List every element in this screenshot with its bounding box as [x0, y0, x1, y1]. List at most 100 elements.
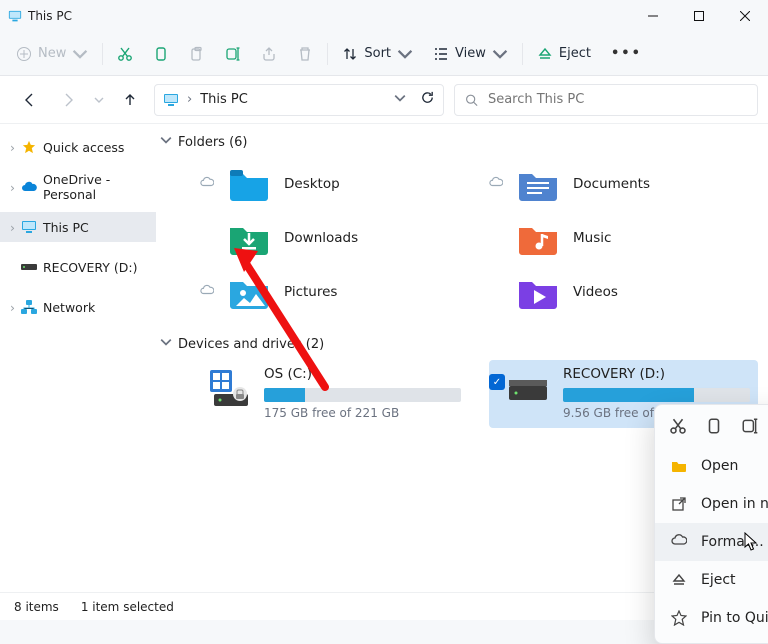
network-icon [21, 300, 37, 314]
main: › Quick access › OneDrive - Personal › T… [0, 124, 768, 592]
folder-label: Videos [573, 284, 618, 300]
view-label: View [455, 46, 486, 61]
eject-button[interactable]: Eject [527, 37, 601, 71]
folders-grid: Desktop Documents Downloads Music [160, 156, 758, 330]
eject-label: Eject [559, 46, 591, 61]
folder-documents[interactable]: Documents [489, 162, 758, 206]
folder-icon [517, 166, 559, 202]
section-drives[interactable]: Devices and drives (2) [160, 330, 758, 358]
cloud-icon [21, 180, 37, 194]
new-button[interactable]: New [6, 37, 98, 71]
view-button[interactable]: View [423, 37, 518, 71]
drive-usage-bar [563, 388, 750, 402]
sidebar-item-onedrive[interactable]: › OneDrive - Personal [0, 172, 156, 202]
sidebar-item-this-pc[interactable]: › This PC [0, 212, 156, 242]
drive-os-c[interactable]: OS (C:) 175 GB free of 221 GB [200, 360, 469, 428]
search-box[interactable] [454, 84, 758, 116]
chevron-down-icon [160, 134, 172, 150]
folder-label: Downloads [284, 230, 358, 246]
more-button[interactable]: ••• [601, 37, 652, 71]
separator [522, 43, 523, 65]
onedrive-sync-icon [489, 176, 503, 192]
folder-desktop[interactable]: Desktop [200, 162, 469, 206]
recent-button[interactable] [92, 86, 106, 114]
sort-button[interactable]: Sort [332, 37, 423, 71]
folder-icon [228, 274, 270, 310]
context-eject[interactable]: Eject [655, 561, 768, 599]
folder-pictures[interactable]: Pictures [200, 270, 469, 314]
folder-videos[interactable]: Videos [489, 270, 758, 314]
close-button[interactable] [722, 0, 768, 32]
sidebar-item-network[interactable]: › Network [0, 292, 156, 322]
separator [327, 43, 328, 65]
refresh-button[interactable] [420, 90, 435, 109]
folder-downloads[interactable]: Downloads [200, 216, 469, 260]
section-folders[interactable]: Folders (6) [160, 128, 758, 156]
chevron-right-icon: › [10, 140, 15, 155]
selected-check-icon: ✓ [489, 374, 505, 390]
app-icon [8, 10, 22, 22]
context-open[interactable]: Open Enter [655, 447, 768, 485]
cut-button[interactable] [107, 37, 143, 71]
sidebar: › Quick access › OneDrive - Personal › T… [0, 124, 156, 592]
toolbar: New Sort View Eject ••• [0, 32, 768, 76]
address-bar[interactable]: › This PC [154, 84, 444, 116]
drive-icon [21, 260, 37, 274]
sidebar-item-label: This PC [43, 220, 89, 235]
breadcrumb-location[interactable]: This PC [200, 92, 248, 107]
star-icon [21, 140, 37, 154]
context-pin-quick-access[interactable]: Pin to Quick access [655, 599, 768, 637]
address-expand[interactable] [394, 92, 406, 108]
context-item-label: Eject [701, 572, 736, 588]
folder-icon [517, 274, 559, 310]
folder-open-icon [671, 458, 687, 474]
folder-label: Music [573, 230, 611, 246]
sidebar-item-recovery[interactable]: › RECOVERY (D:) [0, 252, 156, 282]
sidebar-item-label: OneDrive - Personal [43, 172, 150, 202]
forward-button[interactable] [54, 86, 82, 114]
folder-music[interactable]: Music [489, 216, 758, 260]
breadcrumb-separator: › [187, 92, 192, 107]
folder-label: Documents [573, 176, 650, 192]
copy-icon[interactable] [705, 417, 723, 439]
delete-button[interactable] [287, 37, 323, 71]
sidebar-item-quick-access[interactable]: › Quick access [0, 132, 156, 162]
status-bar: 8 items 1 item selected [0, 592, 768, 620]
drive-free-text: 175 GB free of 221 GB [264, 406, 461, 420]
onedrive-sync-icon [200, 176, 214, 192]
drive-usage-bar [264, 388, 461, 402]
search-icon [465, 93, 478, 107]
status-selected: 1 item selected [81, 600, 174, 614]
chevron-down-icon [160, 336, 172, 352]
status-items: 8 items [14, 600, 59, 614]
folder-icon [228, 166, 270, 202]
open-new-icon [671, 496, 687, 512]
maximize-button[interactable] [676, 0, 722, 32]
back-button[interactable] [16, 86, 44, 114]
copy-button[interactable] [143, 37, 179, 71]
separator [102, 43, 103, 65]
monitor-icon [163, 93, 179, 107]
sidebar-item-label: RECOVERY (D:) [43, 260, 137, 275]
paste-button[interactable] [179, 37, 215, 71]
cut-icon[interactable] [669, 417, 687, 439]
context-item-label: Format... [701, 534, 764, 550]
share-button[interactable] [251, 37, 287, 71]
address-row: › This PC [0, 76, 768, 124]
content: Folders (6) Desktop Documents Downloads [156, 124, 768, 592]
sort-label: Sort [364, 46, 391, 61]
folder-label: Pictures [284, 284, 337, 300]
section-label: Folders (6) [178, 135, 248, 150]
search-input[interactable] [486, 91, 747, 108]
minimize-button[interactable] [630, 0, 676, 32]
up-button[interactable] [116, 86, 144, 114]
context-open-new-window[interactable]: Open in new window [655, 485, 768, 523]
drive-label: RECOVERY (D:) [563, 366, 750, 382]
context-menu: Open Enter Open in new window Format... … [654, 404, 768, 644]
rename-button[interactable] [215, 37, 251, 71]
context-format[interactable]: Format... [655, 523, 768, 561]
context-item-label: Open [701, 458, 738, 474]
rename-icon[interactable] [741, 417, 759, 439]
folder-icon [228, 220, 270, 256]
drive-icon [507, 368, 549, 408]
